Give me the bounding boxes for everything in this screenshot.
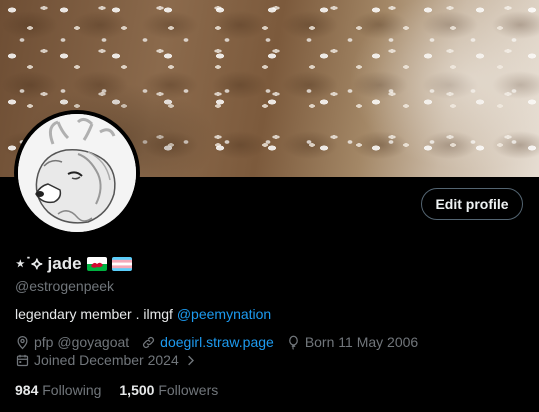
joined-text: Joined December 2024 (34, 352, 179, 368)
website-item: doegirl.straw.page (141, 334, 274, 350)
bio-text: legendary member . ilmgf (15, 306, 177, 322)
website-link[interactable]: doegirl.straw.page (160, 334, 274, 350)
following-label: Following (42, 382, 102, 398)
followers-label: Followers (158, 382, 219, 398)
profile-name-row: ⋆˙⟡ jade (15, 254, 132, 274)
link-icon (143, 336, 155, 348)
display-name: jade (47, 254, 82, 273)
location-item: pfp @goyagoat (15, 334, 129, 350)
display-name-prefix: ⋆˙⟡ (15, 254, 43, 273)
profile-bio: legendary member . ilmgf @peemynation (15, 306, 271, 322)
followers-count: 1,500 (119, 382, 155, 398)
chevron-right-icon (187, 355, 194, 365)
birthday-item: Born 11 May 2006 (286, 334, 418, 350)
location-text: pfp @goyagoat (34, 334, 130, 350)
followers-stat[interactable]: 1,500 Followers (119, 382, 218, 398)
avatar-drawing (18, 114, 136, 232)
following-count: 984 (15, 382, 39, 398)
trans-flag-icon (111, 257, 132, 271)
joined-item[interactable]: Joined December 2024 (15, 352, 198, 368)
edit-profile-button[interactable]: Edit profile (421, 188, 523, 220)
profile-joined-row: Joined December 2024 (15, 352, 210, 368)
profile-meta-row: pfp @goyagoat doegirl.straw.page Born 11… (15, 334, 430, 350)
calendar-icon (16, 354, 29, 366)
balloon-icon (288, 335, 298, 350)
following-stat[interactable]: 984 Following (15, 382, 101, 398)
profile-handle: @estrogenpeek (15, 278, 115, 294)
avatar[interactable] (14, 110, 140, 236)
profile-stats: 984 Following 1,500 Followers (15, 382, 236, 398)
wales-flag-icon (86, 257, 107, 271)
location-icon (17, 335, 28, 349)
bio-mention-link[interactable]: @peemynation (177, 306, 271, 322)
birthday-text: Born 11 May 2006 (304, 334, 419, 350)
